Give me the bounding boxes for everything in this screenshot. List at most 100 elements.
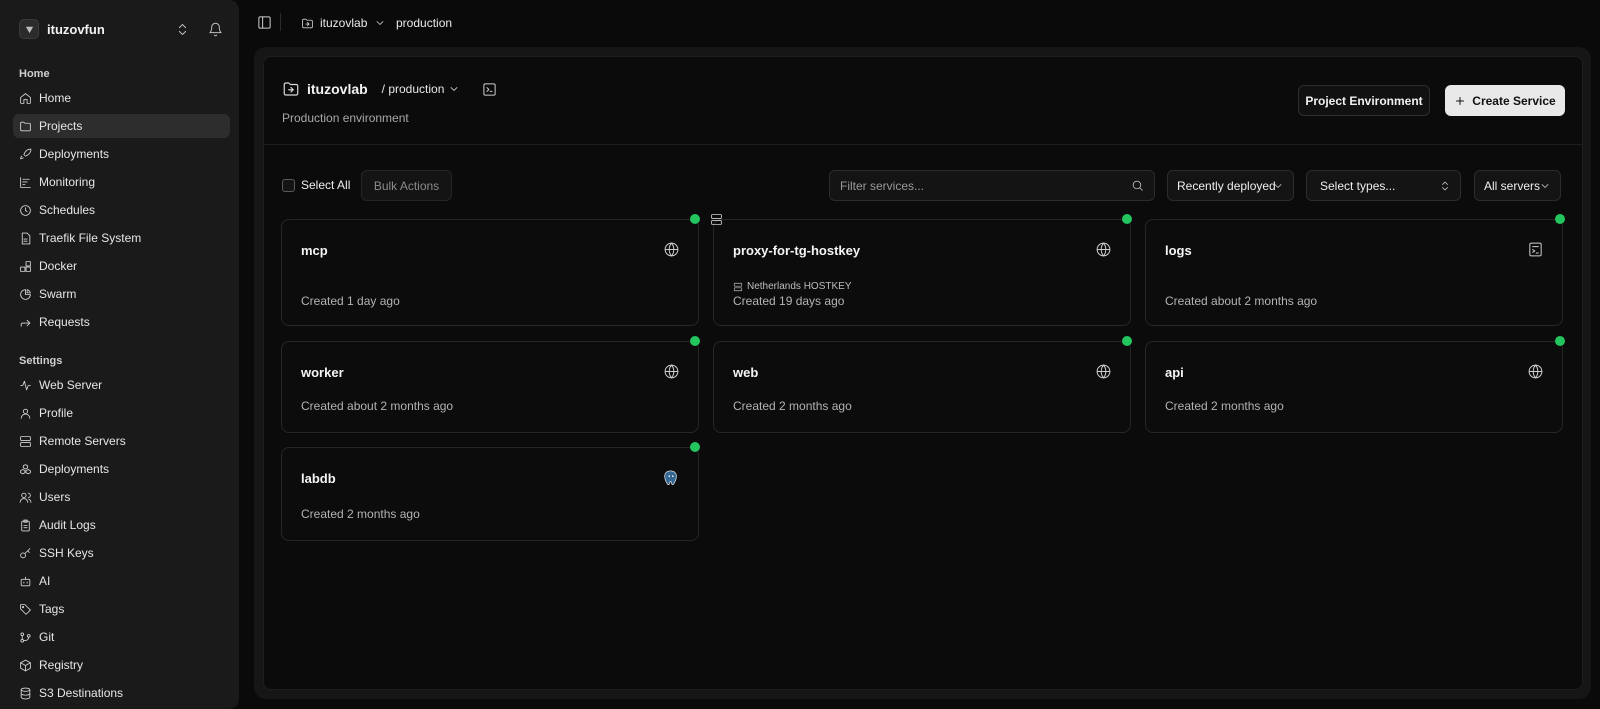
sidebar-item-git[interactable]: Git [13, 625, 230, 649]
project-header: ituzovlab / production [282, 80, 497, 98]
select-all-label[interactable]: Select All [301, 178, 350, 192]
sidebar-item-home[interactable]: Home [13, 86, 230, 110]
server-stack-icon [710, 213, 723, 226]
org-logo [19, 19, 39, 39]
sidebar-item-label: Deployments [39, 147, 110, 161]
select-all-checkbox[interactable] [282, 179, 295, 192]
sidebar-item-label: Projects [39, 119, 83, 133]
settings-section-label: Settings [19, 355, 63, 367]
chevrons-up-down-icon[interactable] [175, 22, 190, 37]
service-card-api[interactable]: api Created 2 months ago [1145, 341, 1563, 433]
sidebar-item-docker[interactable]: Docker [13, 254, 230, 278]
sidebar-item-label: SSH Keys [39, 546, 94, 560]
status-dot-proxy-for-tg-hostkey [1122, 214, 1132, 224]
globe-icon [663, 241, 680, 258]
sidebar-item-label: Docker [39, 259, 78, 273]
sidebar-item-label: Git [39, 630, 55, 644]
org-switcher[interactable]: ituzovfun [12, 14, 228, 44]
sidebar-item-label: Monitoring [39, 175, 96, 189]
chevrons-up-down-icon [1442, 181, 1448, 191]
user-icon [20, 408, 31, 419]
sidebar-item-label: Deployments [39, 462, 110, 476]
service-card-mcp[interactable]: mcp Created 1 day ago [281, 219, 699, 326]
service-created: Created 2 months ago [1165, 399, 1284, 413]
sidebar-item-registry[interactable]: Registry [13, 653, 230, 677]
servers-dropdown[interactable]: All servers [1474, 170, 1561, 201]
sidebar-item-label: Requests [39, 315, 90, 329]
sidebar-item-monitoring[interactable]: Monitoring [13, 170, 230, 194]
postgres-icon [662, 469, 680, 487]
forward-icon [20, 319, 31, 327]
activity-icon [20, 380, 31, 390]
sidebar: ituzovfun Home Home Projects Deployments… [0, 0, 239, 709]
sidebar-item-deployments[interactable]: Deployments [13, 142, 230, 166]
globe-icon [663, 363, 680, 380]
sidebar-item-label: Tags [39, 602, 65, 616]
service-card-labdb[interactable]: labdb Created 2 months ago [281, 447, 699, 541]
bulk-actions-button[interactable]: Bulk Actions [361, 170, 452, 201]
breadcrumb-project-label: ituzovlab [320, 16, 368, 30]
environment-label: / production [381, 82, 445, 96]
create-service-button[interactable]: Create Service [1445, 85, 1565, 116]
git-icon [20, 631, 31, 643]
service-card-logs[interactable]: logs Created about 2 months ago [1145, 219, 1563, 326]
package-icon [20, 659, 31, 671]
sidebar-item-schedules[interactable]: Schedules [13, 198, 230, 222]
service-card-proxy-for-tg-hostkey[interactable]: proxy-for-tg-hostkey Netherlands HOSTKEY… [713, 219, 1131, 326]
status-dot-labdb [690, 442, 700, 452]
environment-selector[interactable]: / production [382, 82, 461, 96]
sidebar-item-label: Schedules [39, 203, 96, 217]
filter-services-input[interactable] [840, 178, 1120, 193]
globe-icon [1095, 363, 1112, 380]
sort-dropdown[interactable]: Recently deployed [1167, 170, 1294, 201]
compose-icon [1527, 241, 1544, 258]
home-section-label: Home [19, 68, 50, 80]
create-service-label: Create Service [1472, 93, 1556, 108]
sidebar-item-traefik[interactable]: Traefik File System [13, 226, 230, 250]
search-icon [1132, 180, 1143, 191]
types-value: Select types... [1320, 178, 1396, 193]
breadcrumb-project[interactable]: ituzovlab [301, 16, 392, 30]
tag-icon [20, 603, 31, 615]
folder-open-icon [283, 82, 299, 96]
globe-icon [1527, 363, 1544, 380]
status-dot-worker [690, 336, 700, 346]
sidebar-item-swarm[interactable]: Swarm [13, 282, 230, 306]
bell-icon[interactable] [208, 22, 223, 37]
service-name: logs [1165, 243, 1192, 258]
sidebar-item-deployments-settings[interactable]: Deployments [13, 457, 230, 481]
filter-services-field[interactable] [829, 170, 1155, 201]
sidebar-item-users[interactable]: Users [13, 485, 230, 509]
types-dropdown[interactable]: Select types... [1306, 170, 1461, 201]
sidebar-item-label: AI [39, 574, 51, 588]
project-environment-label: Project Environment [1305, 93, 1423, 108]
service-card-web[interactable]: web Created 2 months ago [713, 341, 1131, 433]
sidebar-item-remote-servers[interactable]: Remote Servers [13, 429, 230, 453]
service-card-worker[interactable]: worker Created about 2 months ago [281, 341, 699, 433]
service-server-label: Netherlands HOSTKEY [747, 281, 852, 292]
org-logo-icon [25, 26, 33, 33]
sidebar-item-web-server[interactable]: Web Server [13, 373, 230, 397]
service-name: worker [301, 365, 344, 380]
bulk-actions-label: Bulk Actions [373, 178, 440, 193]
servers-value: All servers [1484, 178, 1541, 193]
sidebar-item-projects[interactable]: Projects [13, 114, 230, 138]
sidebar-toggle-icon[interactable] [257, 15, 272, 30]
project-environment-button[interactable]: Project Environment [1298, 85, 1430, 116]
server-icon [20, 435, 31, 447]
folder-icon [20, 121, 31, 131]
terminal-icon[interactable] [482, 82, 497, 97]
sidebar-item-requests[interactable]: Requests [13, 310, 230, 334]
folder-open-icon [302, 18, 313, 28]
sidebar-item-ssh-keys[interactable]: SSH Keys [13, 541, 230, 565]
sidebar-item-label: Web Server [39, 378, 103, 392]
sidebar-item-label: Home [39, 91, 72, 105]
sidebar-item-profile[interactable]: Profile [13, 401, 230, 425]
sidebar-item-tags[interactable]: Tags [13, 597, 230, 621]
home-icon [20, 92, 31, 104]
breadcrumb-environment[interactable]: production [396, 16, 452, 30]
sidebar-item-ai[interactable]: AI [13, 569, 230, 593]
sidebar-item-s3-destinations[interactable]: S3 Destinations [13, 681, 230, 705]
server-icon [733, 282, 743, 291]
sidebar-item-audit-logs[interactable]: Audit Logs [13, 513, 230, 537]
